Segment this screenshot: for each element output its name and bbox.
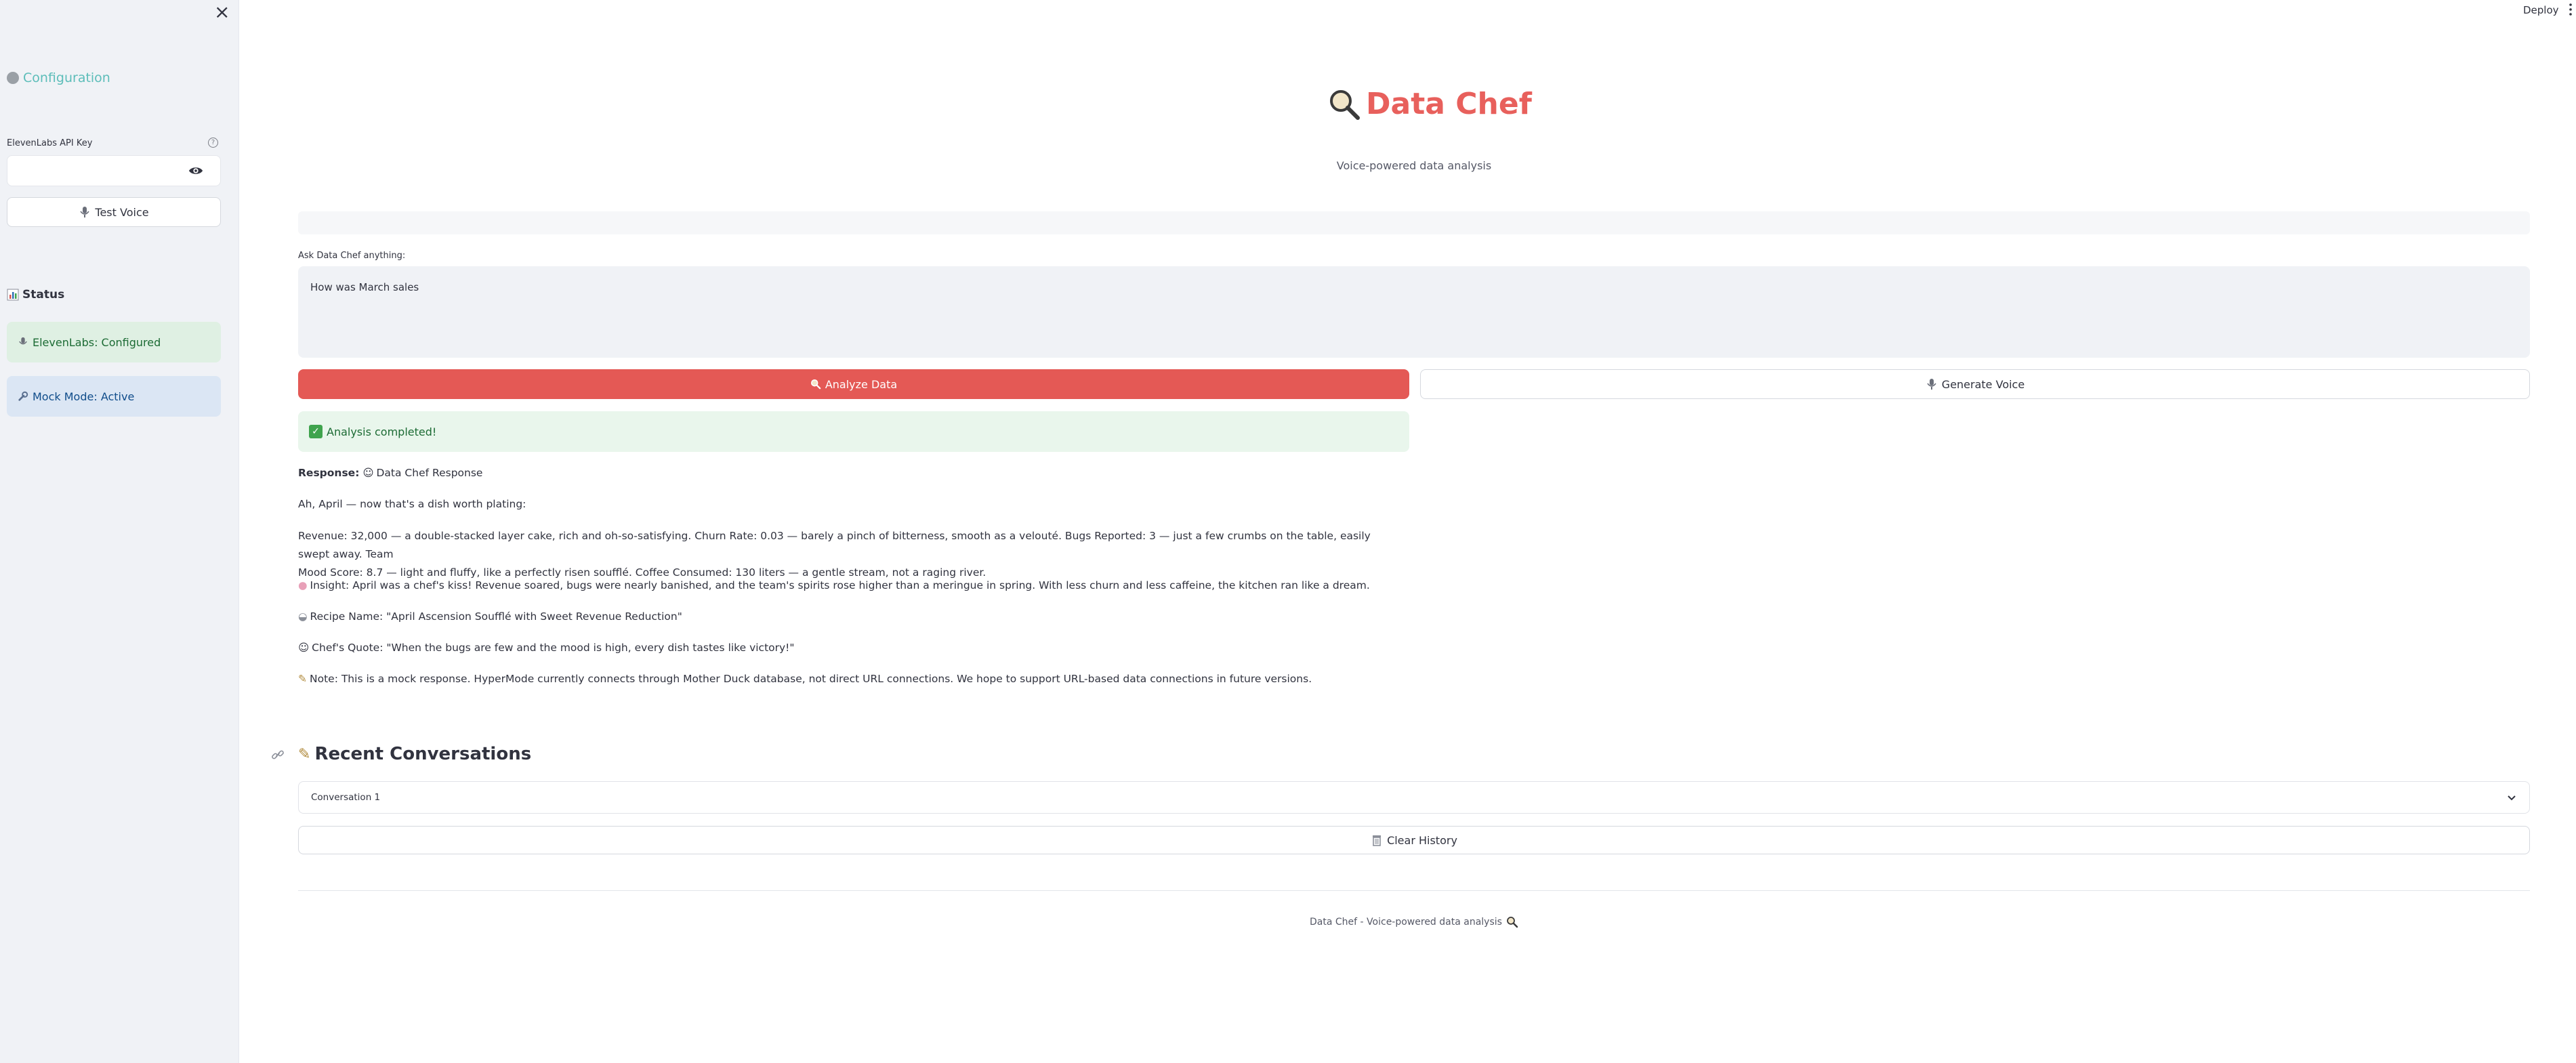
response-note-text: Note: This is a mock response. HyperMode… <box>310 673 1312 685</box>
test-voice-label: Test Voice <box>95 205 149 219</box>
memo-icon: ✎ <box>298 673 307 685</box>
bowl-icon: ◒ <box>298 610 308 623</box>
memo-icon: ✎ <box>298 745 311 763</box>
response-label: Response: <box>298 467 360 479</box>
gear-icon <box>7 72 19 84</box>
generate-voice-button[interactable]: Generate Voice <box>1420 369 2530 399</box>
magnifier-icon <box>1330 89 1360 120</box>
trash-icon <box>1373 835 1382 846</box>
response-heading: Data Chef Response <box>376 467 483 479</box>
bar-chart-icon <box>7 289 19 301</box>
response-recipe-text: Recipe Name: "April Ascension Soufflé wi… <box>310 610 682 623</box>
conversation-expander[interactable]: Conversation 1 <box>298 781 2530 814</box>
clear-history-label: Clear History <box>1387 833 1457 847</box>
test-voice-button[interactable]: Test Voice <box>7 197 221 227</box>
response-metrics: Revenue: 32,000 — a double-stacked layer… <box>298 527 1396 582</box>
generate-voice-label: Generate Voice <box>1941 377 2025 391</box>
response-insight-text: Insight: April was a chef's kiss! Revenu… <box>310 579 1370 591</box>
response-header: Response: ☺ Data Chef Response <box>298 464 1396 482</box>
eye-icon[interactable] <box>188 163 203 178</box>
microphone-icon <box>80 207 90 217</box>
ask-label: Ask Data Chef anything: <box>298 251 406 261</box>
recent-conversations-title: Recent Conversations <box>314 744 532 764</box>
api-key-label: ElevenLabs API Key <box>7 138 93 148</box>
sidebar: × Configuration ElevenLabs API Key ? Tes… <box>0 0 239 1063</box>
elevenlabs-status-badge: ElevenLabs: Configured <box>7 322 221 362</box>
magnifier-icon <box>810 379 821 390</box>
footer: Data Chef - Voice-powered data analysis <box>298 916 2530 928</box>
deploy-button[interactable]: Deploy <box>2523 4 2559 16</box>
mock-mode-status-badge: Mock Mode: Active <box>7 376 221 417</box>
recent-conversations-heading: ✎ Recent Conversations <box>298 744 531 764</box>
response-insight: ● Insight: April was a chef's kiss! Reven… <box>298 577 1396 595</box>
check-icon: ✓ <box>309 425 323 438</box>
mock-mode-status-text: Mock Mode: Active <box>33 390 135 403</box>
success-text: Analysis completed! <box>327 425 437 438</box>
analyze-data-button[interactable]: Analyze Data <box>298 369 1409 399</box>
conversation-label: Conversation 1 <box>311 792 381 803</box>
title-text: Data Chef <box>1366 87 1532 121</box>
response-note: ✎ Note: This is a mock response. HyperMod… <box>298 670 1396 688</box>
close-sidebar-icon[interactable]: × <box>214 3 230 22</box>
response-quote-text: Chef's Quote: "When the bugs are few and… <box>312 642 795 654</box>
magnifier-icon <box>1507 917 1518 928</box>
success-alert: ✓ Analysis completed! <box>298 411 1409 452</box>
chef-icon: ☺ <box>298 642 310 654</box>
response-recipe: ◒ Recipe Name: "April Ascension Soufflé w… <box>298 608 1396 626</box>
footer-text: Data Chef - Voice-powered data analysis <box>1310 917 1502 927</box>
elevenlabs-status-text: ElevenLabs: Configured <box>33 335 161 349</box>
status-title: Status <box>22 288 65 301</box>
response-intro: Ah, April — now that's a dish worth plat… <box>298 498 526 510</box>
configuration-heading: Configuration <box>7 70 110 85</box>
ask-textarea[interactable]: How was March sales <box>298 266 2530 358</box>
configuration-title: Configuration <box>23 70 110 85</box>
page-title: Data Chef <box>1328 87 1532 121</box>
more-menu-icon[interactable] <box>2568 3 2573 16</box>
subtitle: Voice-powered data analysis <box>1336 159 1492 172</box>
brain-icon: ● <box>298 579 308 591</box>
chef-icon: ☺ <box>362 467 374 479</box>
help-icon[interactable]: ? <box>208 138 218 148</box>
status-heading: Status <box>7 288 64 301</box>
wrench-icon <box>18 391 28 401</box>
empty-placeholder-bar <box>298 211 2530 234</box>
divider <box>298 890 2530 891</box>
analyze-data-label: Analyze Data <box>825 377 898 391</box>
chevron-down-icon <box>2508 795 2516 801</box>
clear-history-button[interactable]: Clear History <box>298 826 2530 854</box>
link-icon[interactable] <box>271 748 285 762</box>
microphone-icon <box>1927 379 1936 390</box>
microphone-icon <box>19 337 27 345</box>
response-metrics-line-1: Revenue: 32,000 — a double-stacked layer… <box>298 530 1371 560</box>
response-quote: ☺ Chef's Quote: "When the bugs are few an… <box>298 639 1396 657</box>
